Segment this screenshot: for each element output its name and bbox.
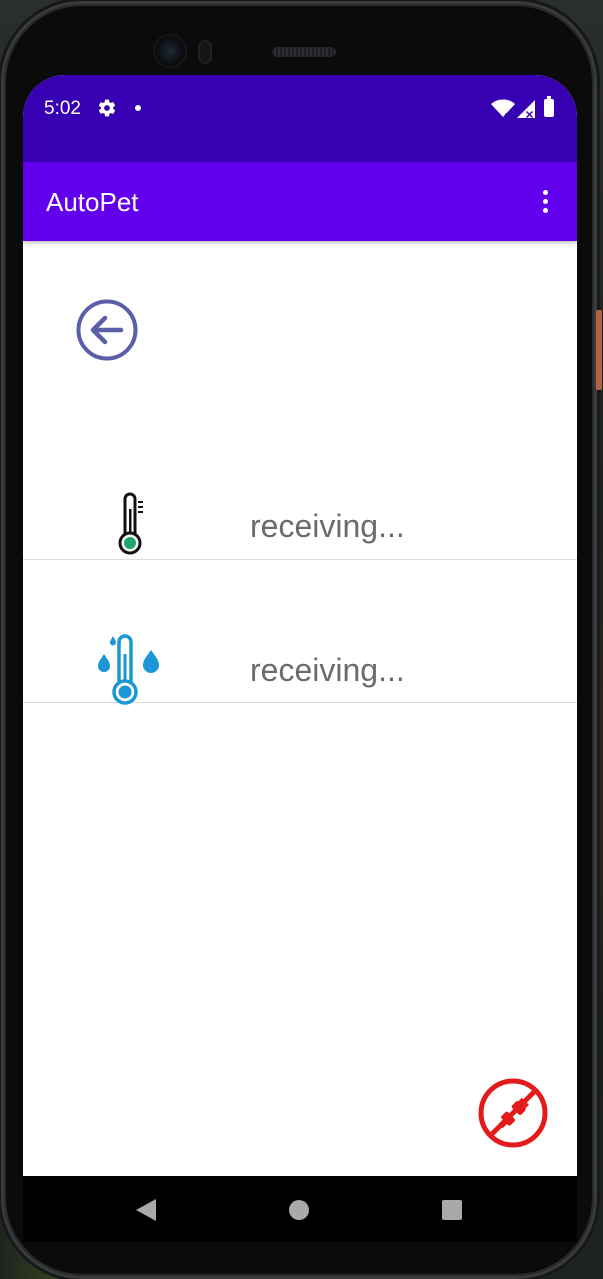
more-vert-icon[interactable]	[531, 184, 559, 218]
nav-back-icon[interactable]	[136, 1199, 156, 1221]
humidity-row: receiving...	[23, 584, 577, 705]
plug-disconnected-icon[interactable]	[477, 1077, 549, 1149]
nav-home-icon[interactable]	[289, 1200, 309, 1220]
notification-dot-icon	[135, 105, 141, 111]
menu-dot	[542, 198, 548, 204]
navigation-bar	[23, 1176, 577, 1242]
battery-icon	[544, 96, 554, 117]
arrow-left-circle-icon[interactable]	[75, 298, 139, 362]
status-time: 5:02	[44, 98, 81, 119]
earpiece-speaker	[272, 47, 336, 57]
status-bar: 5:02	[23, 75, 577, 162]
app-bar: AutoPet	[23, 162, 577, 241]
thermometer-icon	[118, 492, 143, 555]
app-title: AutoPet	[46, 187, 139, 217]
menu-dot	[542, 207, 548, 213]
temperature-row: receiving...	[23, 441, 577, 560]
signal-icon	[517, 100, 535, 118]
nav-recents-icon[interactable]	[442, 1200, 462, 1220]
front-camera	[155, 36, 185, 66]
wifi-icon	[491, 99, 515, 119]
temperature-value: receiving...	[250, 508, 405, 544]
menu-dot	[542, 189, 548, 195]
gear-icon	[98, 99, 116, 117]
proximity-sensor	[198, 40, 212, 64]
humidity-value: receiving...	[250, 652, 405, 688]
humidity-thermometer-icon	[98, 634, 159, 705]
power-button	[596, 310, 602, 390]
screen: 5:02 AutoPet receiving... receiving...	[23, 75, 577, 1235]
